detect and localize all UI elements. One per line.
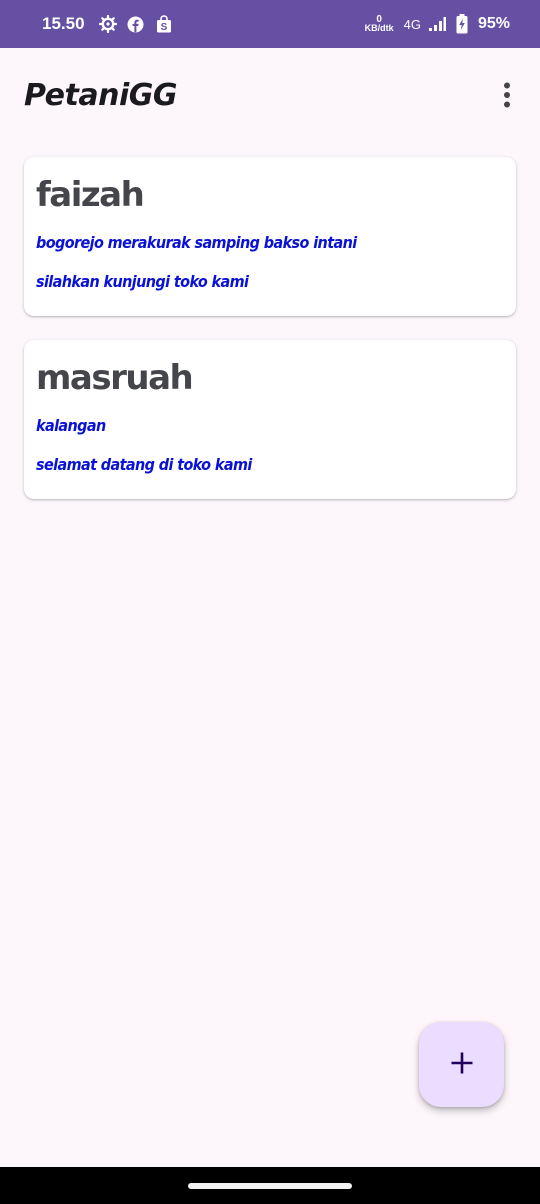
status-system-icons: 0 KB/dtk 4G 95%	[365, 14, 510, 34]
add-icon	[450, 1051, 474, 1079]
settings-gear-icon	[98, 15, 117, 33]
navigation-bar	[0, 1167, 540, 1204]
signal-strength-icon	[428, 15, 446, 33]
store-card[interactable]: masruah kalangan selamat datang di toko …	[24, 340, 516, 499]
battery-charging-icon	[453, 14, 471, 34]
shopping-bag-icon: S	[155, 15, 173, 33]
more-vert-icon	[503, 82, 511, 112]
store-address: kalangan	[36, 416, 106, 435]
store-address: bogorejo merakurak samping bakso intani	[36, 233, 357, 252]
store-card[interactable]: faizah bogorejo merakurak samping bakso …	[24, 157, 516, 316]
network-speed-unit: KB/dtk	[364, 23, 394, 33]
status-time: 15.50	[42, 14, 85, 33]
home-gesture-handle[interactable]	[188, 1183, 352, 1189]
overflow-menu-button[interactable]	[490, 78, 524, 116]
status-bar: 15.50 S 0 KB/dtk 4G 95%	[0, 0, 540, 48]
network-type: 4G	[403, 16, 421, 32]
app-title: PetaniGG	[24, 78, 178, 113]
store-description: selamat datang di toko kami	[36, 455, 252, 474]
add-store-button[interactable]	[419, 1022, 504, 1107]
facebook-icon	[127, 15, 145, 33]
app-bar: PetaniGG	[0, 48, 540, 148]
battery-percent: 95%	[477, 15, 510, 32]
store-name: faizah	[36, 175, 145, 215]
svg-text:S: S	[160, 22, 167, 33]
store-description: silahkan kunjungi toko kami	[36, 272, 249, 291]
store-name: masruah	[36, 358, 194, 398]
status-notification-icons: S	[98, 15, 173, 33]
network-speed: 0 KB/dtk	[365, 15, 394, 33]
